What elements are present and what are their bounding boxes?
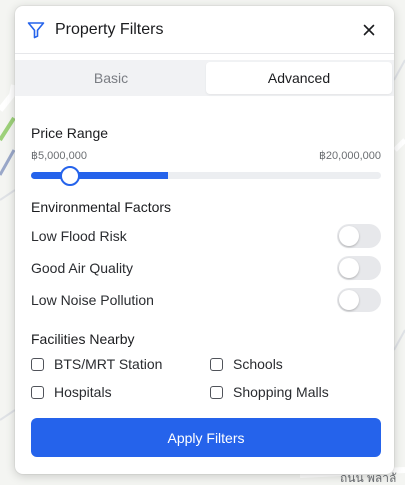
env-row-air: Good Air Quality	[31, 256, 381, 280]
toggle-knob	[339, 290, 359, 310]
close-icon	[363, 24, 375, 36]
hospitals-checkbox[interactable]: Hospitals	[31, 382, 112, 402]
price-min-label: ฿5,000,000	[31, 150, 87, 162]
bts-mrt-label: BTS/MRT Station	[54, 356, 163, 372]
toggle-knob	[339, 258, 359, 278]
price-slider-track[interactable]	[31, 166, 381, 186]
checkbox-box[interactable]	[31, 385, 44, 399]
price-max-label: ฿20,000,000	[318, 150, 381, 162]
good-air-quality-toggle[interactable]	[337, 256, 381, 280]
toggle-knob	[339, 226, 359, 246]
low-noise-pollution-toggle[interactable]	[337, 288, 381, 312]
shopping-malls-checkbox[interactable]: Shopping Malls	[210, 382, 329, 402]
property-filters-panel: Property Filters Basic Advanced Price Ra…	[15, 6, 394, 474]
env-row-noise: Low Noise Pollution	[31, 288, 381, 312]
checkbox-box[interactable]	[210, 385, 223, 399]
price-slider-fill	[31, 172, 168, 179]
panel-header: Property Filters	[15, 6, 394, 54]
low-flood-risk-label: Low Flood Risk	[31, 228, 127, 244]
tab-basic[interactable]: Basic	[17, 62, 205, 94]
schools-checkbox[interactable]: Schools	[210, 354, 283, 374]
apply-filters-button[interactable]: Apply Filters	[31, 418, 381, 457]
shopping-malls-label: Shopping Malls	[233, 384, 329, 400]
panel-title: Property Filters	[55, 21, 164, 38]
env-row-flood: Low Flood Risk	[31, 224, 381, 248]
low-flood-risk-toggle[interactable]	[337, 224, 381, 248]
checkbox-box[interactable]	[31, 357, 44, 371]
map-background[interactable]: ถนน พลาลั Property Filters Basic Advance…	[0, 0, 405, 485]
facilities-nearby-heading: Facilities Nearby	[31, 331, 135, 347]
hospitals-label: Hospitals	[54, 384, 112, 400]
price-slider-handle[interactable]	[60, 166, 80, 186]
price-range-heading: Price Range	[31, 125, 109, 141]
schools-label: Schools	[233, 356, 283, 372]
low-noise-pollution-label: Low Noise Pollution	[31, 292, 154, 308]
close-button[interactable]	[358, 19, 380, 41]
good-air-quality-label: Good Air Quality	[31, 260, 133, 276]
bts-mrt-checkbox[interactable]: BTS/MRT Station	[31, 354, 162, 374]
filter-icon	[26, 20, 46, 40]
checkbox-box[interactable]	[210, 357, 223, 371]
filter-tabs: Basic Advanced	[15, 60, 394, 96]
environmental-factors-heading: Environmental Factors	[31, 199, 172, 215]
tab-advanced[interactable]: Advanced	[206, 62, 392, 94]
